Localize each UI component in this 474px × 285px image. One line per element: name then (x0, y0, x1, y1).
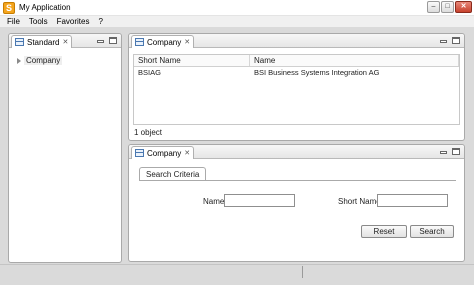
maximize-view-icon[interactable] (109, 37, 117, 44)
table-row[interactable]: BSIAG BSI Business Systems Integration A… (134, 67, 459, 78)
divider (0, 264, 474, 265)
minimize-view-icon[interactable] (97, 40, 104, 43)
window-title: My Application (19, 3, 71, 12)
minimize-view-icon[interactable] (440, 40, 447, 43)
close-window-button[interactable]: ✕ (455, 1, 472, 13)
minimize-view-icon[interactable] (440, 151, 447, 154)
reset-button[interactable]: Reset (361, 225, 407, 238)
maximize-window-button[interactable]: □ (441, 1, 454, 13)
tab-search-criteria[interactable]: Search Criteria (139, 167, 207, 181)
view-controls (97, 37, 117, 44)
tab-label: Standard (27, 37, 60, 47)
view-header: Company ✕ (129, 34, 464, 48)
search-button[interactable]: Search (410, 225, 454, 238)
divider (139, 180, 456, 181)
tab-label: Company (147, 148, 182, 158)
app-logo-icon: S (3, 2, 15, 14)
tab-company-search[interactable]: Company ✕ (131, 146, 195, 159)
column-header-name[interactable]: Name (250, 55, 459, 66)
row-count-status: 1 object (134, 128, 163, 137)
view-controls (440, 37, 460, 44)
short-name-label: Short Name (338, 197, 381, 206)
company-table: Short Name Name BSIAG BSI Business Syste… (133, 54, 460, 125)
tab-standard[interactable]: Standard ✕ (11, 35, 73, 48)
view-controls (440, 148, 460, 155)
short-name-input[interactable] (377, 194, 448, 207)
view-icon (135, 38, 144, 46)
view-icon (15, 38, 24, 46)
window-controls: – □ ✕ (427, 1, 472, 13)
title-bar: S My Application – □ ✕ (0, 0, 474, 16)
view-icon (135, 149, 144, 157)
company-table-view: Company ✕ Short Name Name BSIAG BSI Busi… (128, 33, 465, 141)
menu-help[interactable]: ? (98, 17, 102, 26)
table-cell: BSIAG (138, 68, 161, 77)
workbench: Standard ✕ Company Company ✕ Short Name … (0, 28, 474, 285)
tree-expand-icon[interactable] (17, 57, 21, 64)
table-header: Short Name Name (134, 55, 459, 67)
close-icon[interactable]: ✕ (62, 38, 68, 46)
view-header: Company ✕ (129, 145, 464, 159)
column-header-short-name[interactable]: Short Name (134, 55, 250, 66)
tree-item-company[interactable]: Company (17, 56, 63, 65)
menu-tools[interactable]: Tools (29, 17, 48, 26)
tree-item-label: Company (24, 56, 63, 65)
tab-company-table[interactable]: Company ✕ (131, 35, 195, 48)
maximize-view-icon[interactable] (452, 37, 460, 44)
close-icon[interactable]: ✕ (184, 149, 190, 157)
minimize-window-button[interactable]: – (427, 1, 440, 13)
status-separator (302, 266, 303, 278)
view-header: Standard ✕ (9, 34, 121, 48)
tab-label: Company (147, 37, 182, 47)
name-input[interactable] (224, 194, 295, 207)
name-label: Name (203, 197, 225, 206)
menu-favorites[interactable]: Favorites (57, 17, 90, 26)
table-cell: BSI Business Systems Integration AG (254, 68, 380, 77)
standard-view: Standard ✕ Company (8, 33, 122, 263)
menu-bar: File Tools Favorites ? (0, 16, 474, 28)
close-icon[interactable]: ✕ (184, 38, 190, 46)
company-search-view: Company ✕ Search Criteria Name Short Nam… (128, 144, 465, 262)
maximize-view-icon[interactable] (452, 148, 460, 155)
menu-file[interactable]: File (7, 17, 20, 26)
